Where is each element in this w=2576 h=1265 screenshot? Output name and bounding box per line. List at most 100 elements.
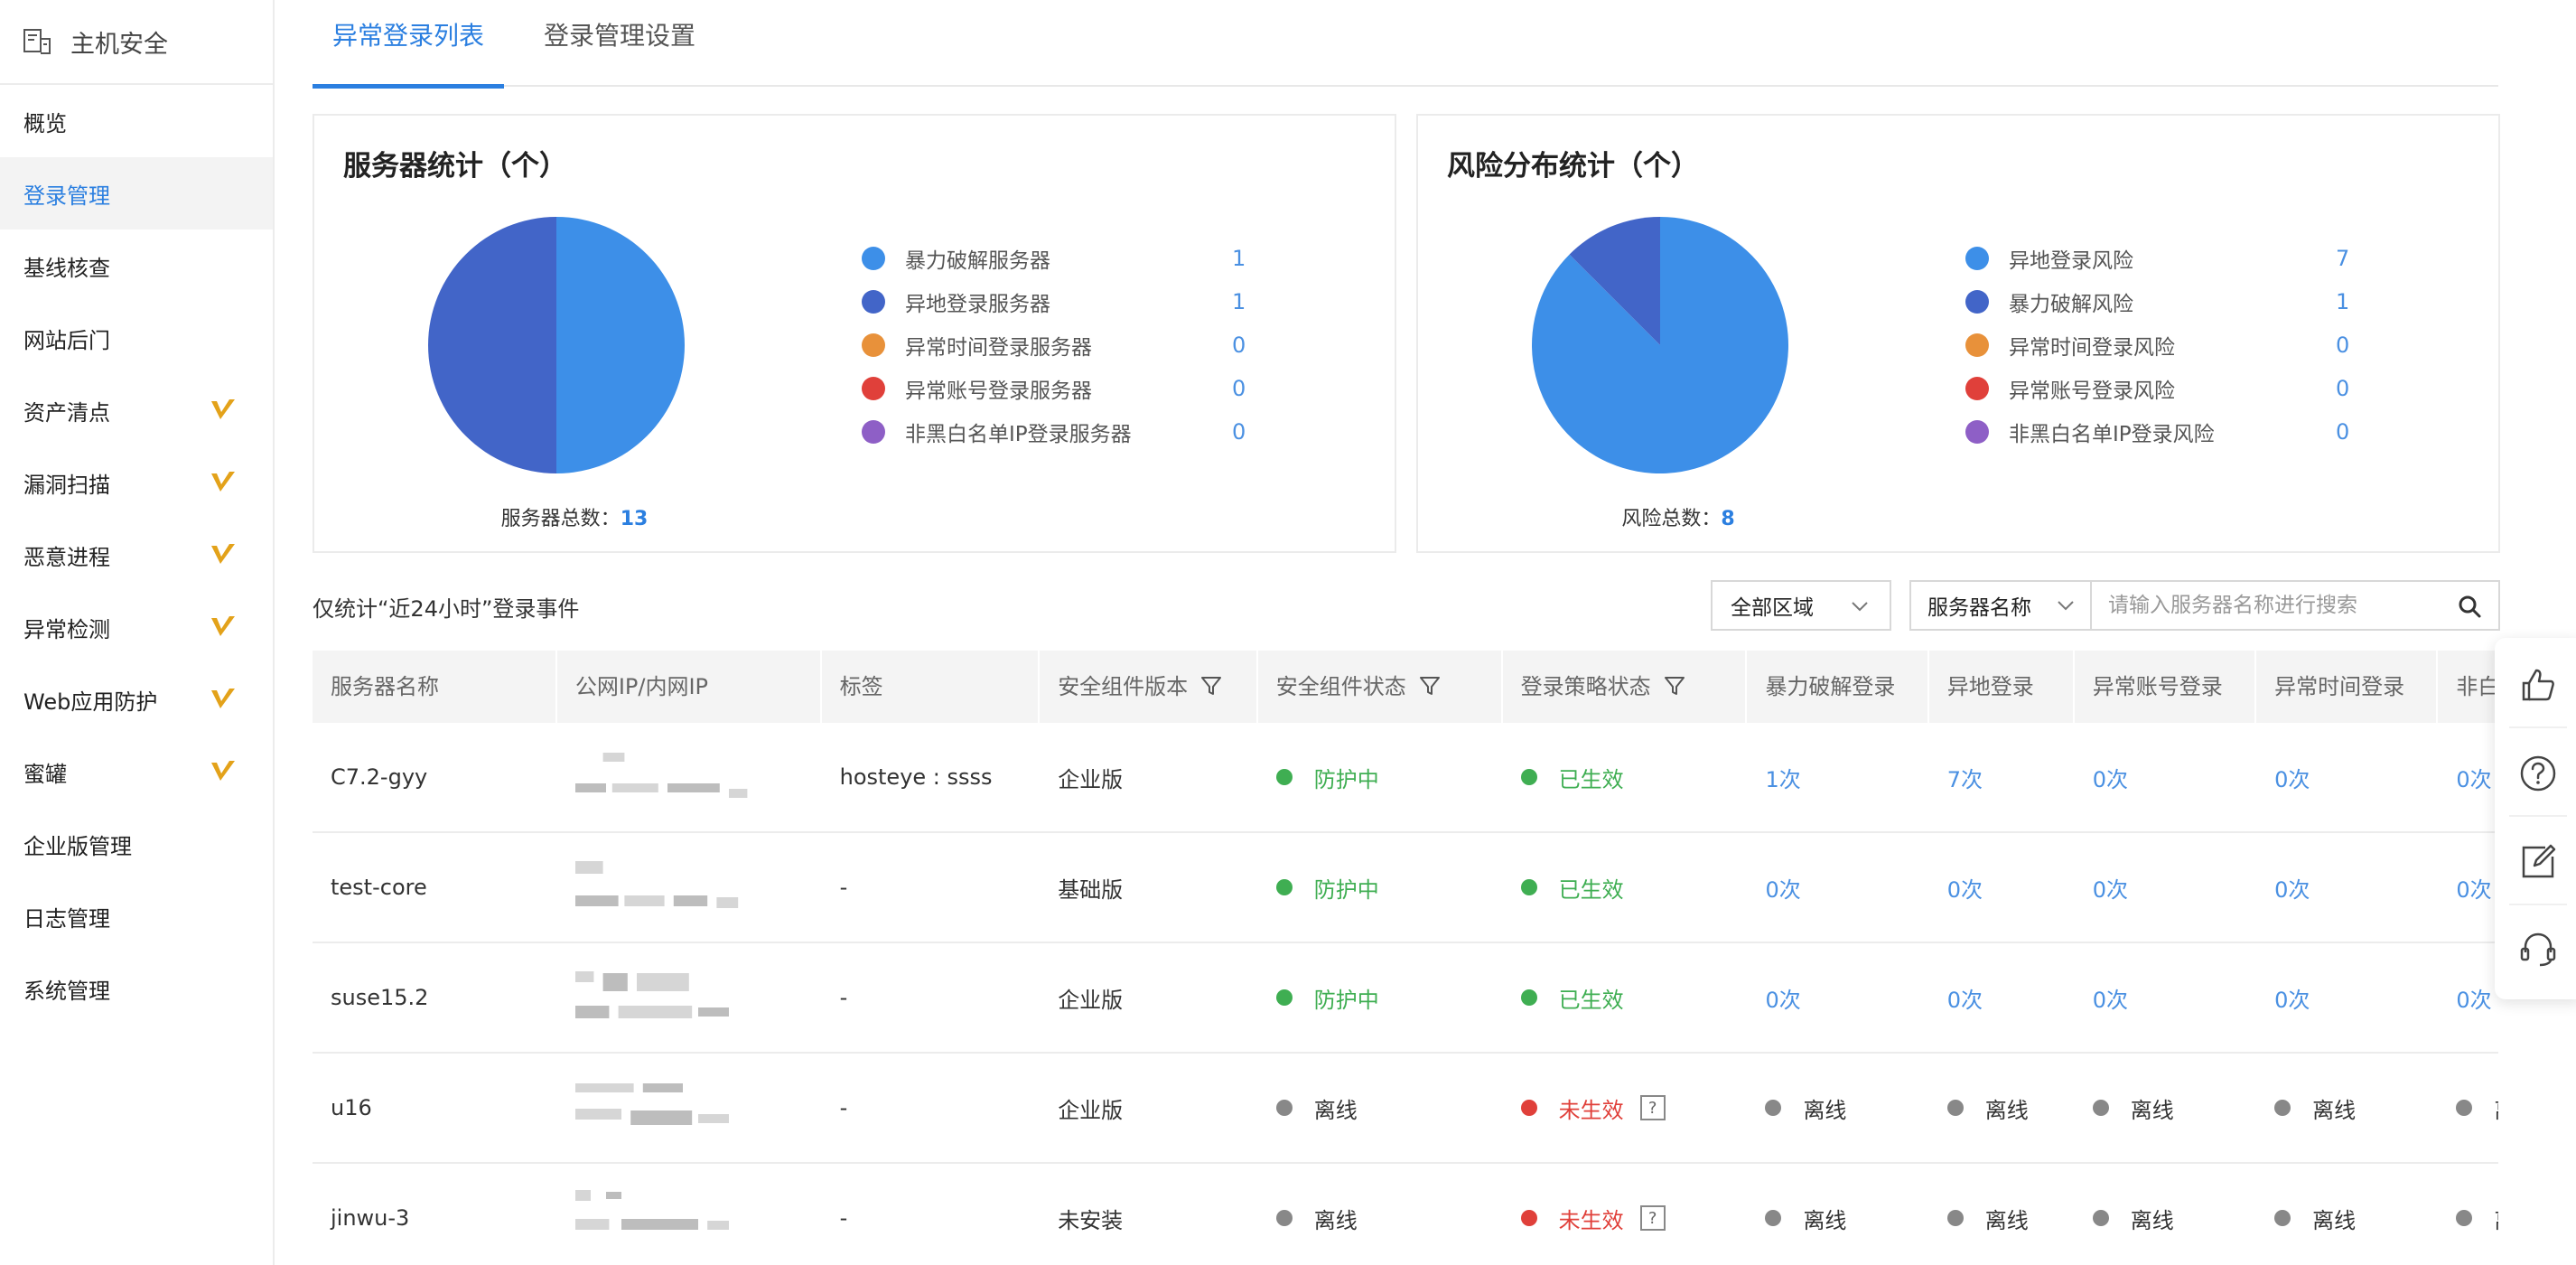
table-cell[interactable]: 0次	[2256, 943, 2438, 1052]
table-cell: 已生效	[1503, 943, 1748, 1052]
legend-item[interactable]: 非黑白名单IP登录服务器 0	[862, 410, 1277, 454]
filter-icon[interactable]	[1664, 675, 1685, 697]
sidebar-item-9[interactable]: 蜜罐	[0, 736, 273, 808]
tab-abnormal-login-list[interactable]: 异常登录列表	[313, 0, 504, 89]
server-total: 服务器总数：13	[394, 502, 755, 531]
table-row[interactable]: u16 - 企业版 离线 未生效? 离线 离线 离线 离线 离	[313, 1054, 2498, 1164]
table-cell: 企业版	[1040, 943, 1258, 1052]
help-icon[interactable]	[2518, 754, 2558, 793]
legend-color-dot	[1965, 420, 1989, 444]
table-cell[interactable]: 0次	[1747, 833, 1928, 942]
risk-total-value: 8	[1721, 508, 1735, 530]
region-select[interactable]: 全部区域	[1711, 580, 1891, 631]
sidebar-item-6[interactable]: 恶意进程	[0, 519, 273, 591]
table-cell[interactable]: 1次	[1747, 723, 1928, 831]
table-cell[interactable]: 0次	[2438, 723, 2498, 831]
server-stats-pie-chart	[428, 217, 685, 473]
legend-item[interactable]: 暴力破解服务器 1	[862, 237, 1277, 280]
sidebar-item-11[interactable]: 日志管理	[0, 880, 273, 952]
legend-value: 0	[1232, 376, 1246, 401]
toolbar-divider	[2509, 815, 2567, 817]
table-cell: 离线	[1747, 1054, 1928, 1162]
column-header-label: 安全组件状态	[1275, 674, 1406, 699]
help-icon[interactable]: ?	[1639, 1205, 1666, 1231]
status-dot	[1946, 1100, 1964, 1116]
legend-value: 1	[1232, 289, 1246, 314]
column-header-label: 暴力破解登录	[1765, 674, 1896, 699]
legend-item[interactable]: 异常时间登录风险 0	[1965, 323, 2381, 367]
legend-item[interactable]: 异常时间登录服务器 0	[862, 323, 1277, 367]
sidebar-item-2[interactable]: 基线核查	[0, 230, 273, 302]
table-cell[interactable]: 0次	[1747, 943, 1928, 1052]
cell-text: 防护中	[1313, 987, 1379, 1013]
thumbs-up-icon[interactable]	[2518, 665, 2558, 705]
table-row[interactable]: C7.2-gyy hosteye : ssss 企业版 防护中 已生效 1次 7次 0次 0次 0…	[313, 723, 2498, 833]
mosaic-block	[667, 783, 720, 792]
customer-service-headset-icon[interactable]	[2518, 929, 2558, 969]
sidebar-item-1[interactable]: 登录管理	[0, 157, 273, 230]
table-cell[interactable]: 7次	[1929, 723, 2075, 831]
table-cell[interactable]: 0次	[2075, 723, 2256, 831]
table-row[interactable]: jinwu-3 - 未安装 离线 未生效? 离线 离线 离线 离线 离	[313, 1164, 2498, 1265]
column-header[interactable]: 安全组件状态	[1258, 651, 1503, 723]
legend-item[interactable]: 暴力破解风险 1	[1965, 280, 2381, 323]
column-header: 服务器名称	[313, 651, 557, 723]
table-cell: 离线	[1258, 1164, 1503, 1265]
sidebar-item-5[interactable]: 漏洞扫描	[0, 446, 273, 519]
risk-total: 风险总数：8	[1498, 502, 1859, 531]
filter-icon[interactable]	[1200, 675, 1222, 697]
column-header[interactable]: 登录策略状态	[1503, 651, 1748, 723]
sidebar-item-7[interactable]: 异常检测	[0, 591, 273, 663]
search-type-value: 服务器名称	[1927, 596, 2031, 620]
cell-text: hosteye : ssss	[839, 764, 993, 790]
legend-item[interactable]: 异地登录服务器 1	[862, 280, 1277, 323]
table-cell[interactable]: 0次	[2075, 833, 2256, 942]
table-cell[interactable]: 0次	[1929, 943, 2075, 1052]
mosaic-block	[574, 861, 603, 874]
legend-item[interactable]: 非黑白名单IP登录风险 0	[1965, 410, 2381, 454]
sidebar-item-8[interactable]: Web应用防护	[0, 663, 273, 736]
sidebar-item-3[interactable]: 网站后门	[0, 302, 273, 374]
chevron-down-icon	[1852, 602, 1868, 612]
column-header[interactable]: 安全组件版本	[1040, 651, 1258, 723]
legend-value: 0	[1232, 333, 1246, 358]
help-icon[interactable]: ?	[1639, 1095, 1666, 1120]
legend-item[interactable]: 异常账号登录风险 0	[1965, 367, 2381, 410]
cell-text: 离线	[1984, 1207, 2029, 1233]
column-header: 暴力破解登录	[1747, 651, 1929, 723]
table-row[interactable]: test-core - 基础版 防护中 已生效 0次 0次 0次 0次 0次	[313, 833, 2498, 943]
search-input[interactable]	[2108, 587, 2442, 623]
sidebar-item-label: 网站后门	[23, 327, 110, 353]
edit-feedback-icon[interactable]	[2518, 842, 2558, 882]
tab-login-settings[interactable]: 登录管理设置	[544, 0, 715, 87]
sidebar-item-10[interactable]: 企业版管理	[0, 808, 273, 880]
redacted-ip-mosaic	[574, 1083, 729, 1125]
sidebar-item-4[interactable]: 资产清点	[0, 374, 273, 446]
table-cell[interactable]: 0次	[2256, 723, 2438, 831]
table-cell: jinwu-3	[313, 1164, 557, 1265]
column-header: 异常账号登录	[2075, 651, 2257, 723]
table-cell[interactable]: 0次	[1929, 833, 2075, 942]
table-cell[interactable]: 0次	[2075, 943, 2256, 1052]
status-dot	[2274, 1210, 2291, 1226]
sidebar-item-0[interactable]: 概览	[0, 85, 273, 157]
sidebar-item-12[interactable]: 系统管理	[0, 952, 273, 1025]
mosaic-block	[618, 1006, 693, 1018]
mosaic-block	[574, 1083, 634, 1092]
search-icon[interactable]	[2457, 594, 2482, 619]
search-type-select[interactable]: 服务器名称	[1911, 582, 2092, 629]
filter-icon[interactable]	[1419, 675, 1441, 697]
legend-color-dot	[862, 247, 885, 270]
column-header-label: 非白名	[2456, 674, 2498, 699]
table-cell[interactable]: 0次	[2438, 833, 2498, 942]
table-cell: u16	[313, 1054, 557, 1162]
legend-item[interactable]: 异地登录风险 7	[1965, 237, 2381, 280]
table-header: 服务器名称 公网IP/内网IP 标签 安全组件版本 安全组件状态 登录策略状态 暴力破解登录…	[313, 651, 2498, 723]
table-row[interactable]: suse15.2 - 企业版 防护中 已生效 0次 0次 0次 0次 0次	[313, 943, 2498, 1054]
column-header-label: 登录策略状态	[1520, 674, 1651, 699]
legend-item[interactable]: 异常账号登录服务器 0	[862, 367, 1277, 410]
table-cell[interactable]: 0次	[2256, 833, 2438, 942]
cell-text: 0次	[1765, 987, 1801, 1013]
table-cell: -	[822, 1164, 1041, 1265]
table-cell[interactable]: 0次	[2438, 943, 2498, 1052]
